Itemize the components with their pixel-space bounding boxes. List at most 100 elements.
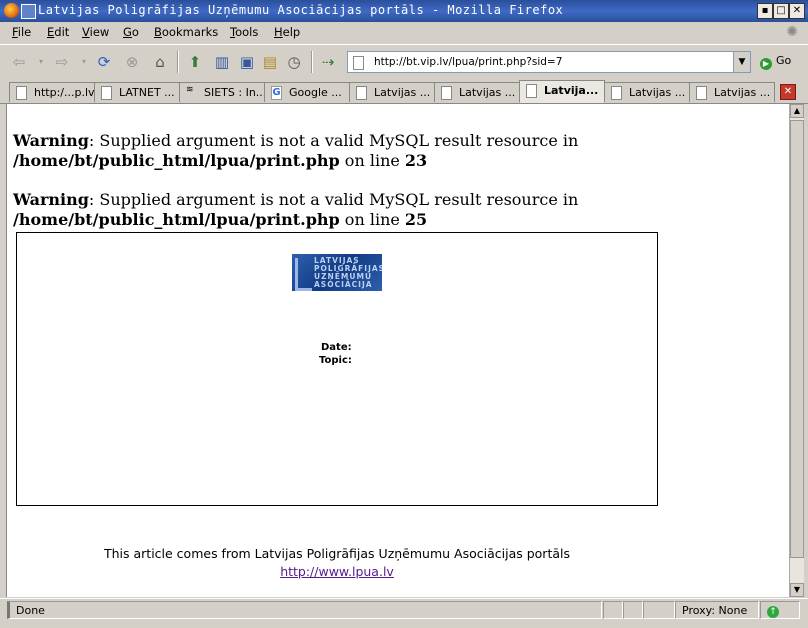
tab[interactable]: http:/...p.lv/ (9, 82, 95, 102)
warning-label: Warning (13, 131, 89, 150)
send-icon[interactable]: ⇢ (318, 53, 338, 71)
close-tab-icon[interactable]: ✕ (780, 84, 796, 100)
page-icon (356, 86, 367, 100)
proxy-status[interactable]: Proxy: None (675, 601, 759, 619)
tab-active[interactable]: Latvija... (519, 80, 605, 103)
firefox-icon (4, 3, 19, 18)
footer-link[interactable]: http://www.lpua.lv (280, 564, 394, 579)
menu-go[interactable]: Go (123, 25, 139, 39)
tab-label: SIETS : In... (204, 86, 265, 99)
date-label: Date: (321, 342, 352, 353)
history-icon[interactable]: ◷ (284, 53, 304, 71)
tab-label: Latvija... (544, 84, 599, 97)
tab-bar: http:/...p.lv/ LATNET ... ≋ SIETS : In...… (0, 79, 808, 104)
reload-icon[interactable]: ⟳ (94, 53, 114, 71)
tab-label: Latvijas ... (459, 86, 516, 99)
back-icon[interactable]: ⇦ (9, 53, 29, 71)
tab[interactable]: ≋ SIETS : In... (179, 82, 265, 102)
status-panel (643, 601, 675, 619)
forward-menu-icon[interactable]: ▾ (74, 53, 94, 71)
logo-mark (295, 258, 312, 291)
address-bar[interactable]: http://bt.vip.lv/lpua/print.php?sid=7 ▼ (347, 51, 751, 73)
page-icon[interactable]: ▥ (212, 53, 232, 71)
page-content: Warning: Supplied argument is not a vali… (6, 104, 790, 597)
warning-message: : Supplied argument is not a valid MySQL… (88, 131, 579, 150)
tab[interactable]: G Google ... (264, 82, 350, 102)
minimize-button[interactable]: ▪ (757, 3, 773, 19)
tab-label: http:/...p.lv/ (34, 86, 95, 99)
maximize-button[interactable]: □ (773, 3, 789, 19)
warning-online: on line (339, 151, 405, 170)
page-icon (611, 86, 622, 100)
status-text: Done (7, 601, 602, 619)
go-arrow-icon: ▶ (760, 58, 772, 70)
status-panel (603, 601, 623, 619)
page-icon (526, 84, 537, 98)
menu-bar: File Edit View Go Bookmarks Tools Help ✺ (0, 22, 808, 42)
google-icon: G (271, 86, 282, 100)
page-icon (696, 86, 707, 100)
topic-label: Topic: (319, 355, 352, 366)
menu-tools[interactable]: Tools (230, 25, 258, 39)
scroll-thumb[interactable] (790, 120, 804, 558)
tab-label: LATNET ... (119, 86, 175, 99)
menu-view[interactable]: View (82, 25, 109, 39)
update-icon: ↑ (767, 606, 779, 618)
go-button[interactable]: ▶ Go (760, 54, 791, 70)
update-status[interactable]: ↑ (760, 601, 800, 619)
home-icon[interactable]: ⌂ (150, 53, 170, 71)
page-icon (16, 86, 27, 100)
tab-label: Latvijas ... (374, 86, 431, 99)
warning-online: on line (339, 210, 405, 229)
page-icon (441, 86, 452, 100)
tab-label: Latvijas ... (714, 86, 771, 99)
window-menu-icon[interactable] (21, 4, 36, 19)
footer-link-wrap: http://www.lpua.lv (7, 564, 667, 579)
back-menu-icon[interactable]: ▾ (31, 53, 51, 71)
tab-label: Google ... (289, 86, 342, 99)
warning-message: : Supplied argument is not a valid MySQL… (88, 190, 579, 209)
warning-line: 23 (404, 151, 428, 170)
status-panel (623, 601, 643, 619)
toolbar-separator (177, 51, 179, 73)
toolbar-separator (311, 51, 313, 73)
footer-text: This article comes from Latvijas Poligrā… (103, 546, 570, 561)
menu-bookmarks[interactable]: Bookmarks (154, 25, 218, 39)
menu-edit[interactable]: Edit (47, 25, 69, 39)
status-bar: Done Proxy: None ↑ (0, 598, 808, 621)
url-dropdown-icon[interactable]: ▼ (733, 52, 750, 72)
stop-icon[interactable]: ⊗ (122, 53, 142, 71)
page-favicon-icon (353, 56, 364, 70)
throbber-icon: ✺ (786, 24, 798, 40)
menu-file[interactable]: File (12, 25, 31, 39)
lpua-logo: LATVIJAS POLIGRĀFIJAS UZŅĒMUMU ASOCIĀCIJ… (292, 254, 382, 291)
menu-help[interactable]: Help (274, 25, 300, 39)
bookmarks-icon[interactable]: ▤ (260, 53, 280, 71)
warning-path: /home/bt/public_html/lpua/print.php (13, 210, 340, 229)
window-title: Latvijas Poligrāfijas Uzņēmumu Asociācij… (38, 3, 564, 17)
logo-text: LATVIJAS POLIGRĀFIJAS UZŅĒMUMU ASOCIĀCIJ… (314, 257, 382, 289)
url-input[interactable]: http://bt.vip.lv/lpua/print.php?sid=7 (374, 56, 562, 68)
scroll-up-icon[interactable]: ▲ (790, 104, 804, 118)
tab[interactable]: Latvijas ... (689, 82, 775, 102)
vertical-scrollbar[interactable]: ▲ ▼ (789, 104, 804, 597)
forward-icon[interactable]: ⇨ (52, 53, 72, 71)
warning-path: /home/bt/public_html/lpua/print.php (13, 151, 340, 170)
new-tab-icon[interactable]: ▣ (237, 53, 257, 71)
tab[interactable]: Latvijas ... (349, 82, 435, 102)
logo-line: ASOCIĀCIJA (314, 280, 373, 289)
scroll-down-icon[interactable]: ▼ (790, 583, 804, 597)
tab[interactable]: Latvijas ... (434, 82, 520, 102)
tab[interactable]: LATNET ... (94, 82, 180, 102)
title-bar: Latvijas Poligrāfijas Uzņēmumu Asociācij… (0, 0, 808, 22)
page-icon (101, 86, 112, 100)
navigation-toolbar: ⇦ ▾ ⇨ ▾ ⟳ ⊗ ⌂ ⬆ ▥ ▣ ▤ ◷ ⇢ http://bt.vip.… (0, 44, 808, 80)
php-warning: Warning: Supplied argument is not a vali… (13, 131, 578, 171)
php-warning: Warning: Supplied argument is not a vali… (13, 190, 578, 230)
warning-label: Warning (13, 190, 89, 209)
download-icon[interactable]: ⬆ (185, 53, 205, 71)
tab-label: Latvijas ... (629, 86, 686, 99)
article-box: LATVIJAS POLIGRĀFIJAS UZŅĒMUMU ASOCIĀCIJ… (16, 232, 658, 506)
tab[interactable]: Latvijas ... (604, 82, 690, 102)
close-button[interactable]: ✕ (789, 3, 805, 19)
